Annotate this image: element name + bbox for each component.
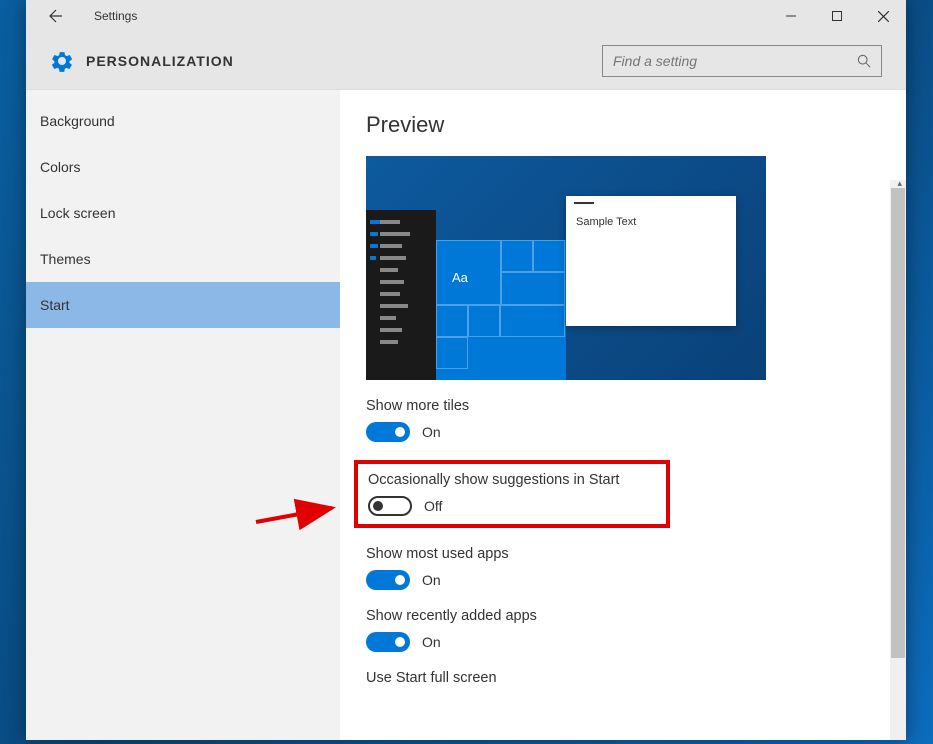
toggle-state: On <box>422 634 441 650</box>
setting-recently-added: Show recently added apps On <box>366 608 886 652</box>
setting-full-screen: Use Start full screen <box>366 670 886 686</box>
setting-label: Use Start full screen <box>366 670 886 686</box>
setting-label: Occasionally show suggestions in Start <box>368 472 656 488</box>
highlighted-setting-box: Occasionally show suggestions in Start O… <box>354 460 670 528</box>
setting-most-used: Show most used apps On <box>366 546 886 590</box>
titlebar: Settings <box>26 0 906 32</box>
sidebar-item-colors[interactable]: Colors <box>26 144 340 190</box>
search-box[interactable] <box>602 45 882 77</box>
header: PERSONALIZATION <box>26 32 906 90</box>
close-button[interactable] <box>860 0 906 32</box>
sidebar-item-lockscreen[interactable]: Lock screen <box>26 190 340 236</box>
content-area: Background Colors Lock screen Themes Sta… <box>26 90 906 740</box>
close-icon <box>878 11 889 22</box>
window-controls <box>768 0 906 32</box>
sidebar-item-background[interactable]: Background <box>26 98 340 144</box>
window-title: Settings <box>94 9 137 23</box>
page-title: PERSONALIZATION <box>86 53 234 69</box>
back-button[interactable] <box>38 0 70 32</box>
scrollbar[interactable]: ▴ <box>890 180 906 740</box>
maximize-button[interactable] <box>814 0 860 32</box>
toggle-state: On <box>422 424 441 440</box>
preview-sample-text: Sample Text <box>576 216 636 228</box>
back-arrow-icon <box>46 8 62 24</box>
sidebar-item-themes[interactable]: Themes <box>26 236 340 282</box>
setting-label: Show most used apps <box>366 546 886 562</box>
toggle-state: Off <box>424 498 442 514</box>
toggle-suggestions[interactable] <box>368 496 412 516</box>
minimize-button[interactable] <box>768 0 814 32</box>
toggle-recently-added[interactable] <box>366 632 410 652</box>
setting-label: Show recently added apps <box>366 608 886 624</box>
search-input[interactable] <box>613 53 857 69</box>
preview-font-sample: Aa <box>452 270 468 285</box>
sidebar-item-start[interactable]: Start <box>26 282 340 328</box>
main-panel: Preview <box>340 90 906 740</box>
setting-suggestions: Occasionally show suggestions in Start O… <box>368 472 656 516</box>
preview-heading: Preview <box>366 112 886 138</box>
scroll-thumb[interactable] <box>891 188 905 658</box>
maximize-icon <box>832 11 842 21</box>
sidebar: Background Colors Lock screen Themes Sta… <box>26 90 340 740</box>
settings-window: Settings PERSONALIZATION Background Colo… <box>26 0 906 740</box>
setting-label: Show more tiles <box>366 398 886 414</box>
preview-taskbar <box>366 210 436 380</box>
preview-sample-window: Sample Text <box>566 196 736 326</box>
minimize-icon <box>786 11 796 21</box>
search-icon <box>857 54 871 68</box>
preview-start-menu <box>436 240 566 380</box>
toggle-state: On <box>422 572 441 588</box>
setting-show-more-tiles: Show more tiles On <box>366 398 886 442</box>
toggle-show-more-tiles[interactable] <box>366 422 410 442</box>
preview-image: Aa Sample Text <box>366 156 766 380</box>
toggle-most-used[interactable] <box>366 570 410 590</box>
gear-icon <box>50 49 74 73</box>
